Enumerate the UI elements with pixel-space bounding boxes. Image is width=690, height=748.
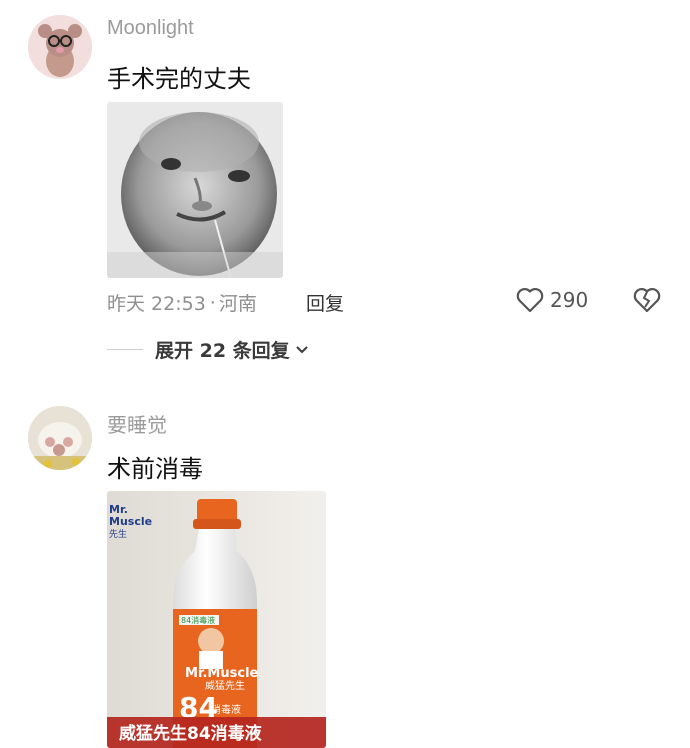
avatar[interactable] — [28, 406, 92, 470]
dislike-button[interactable] — [633, 287, 661, 317]
bottle-top-label: 84消毒液 — [181, 615, 215, 625]
reply-button[interactable]: 回复 — [306, 289, 344, 316]
comment-item: Moonlight 手术完的丈夫 昨天 22:53 · 河南 回复 290 展开… — [0, 0, 690, 380]
chevron-down-icon — [295, 345, 308, 353]
like-count: 290 — [550, 288, 589, 312]
meta-separator: · — [209, 291, 216, 314]
comment-text: 术前消毒 — [107, 455, 203, 483]
comment-username[interactable]: 要睡觉 — [107, 409, 167, 438]
comment-text: 手术完的丈夫 — [107, 65, 251, 93]
avatar[interactable] — [28, 15, 92, 79]
bottle-disinfect: 消毒液 — [211, 703, 241, 716]
comment-image[interactable]: 84消毒液 Mr.Muscle 威猛先生 84 消毒液 Mr. Muscle 先… — [107, 491, 326, 748]
comment-location: 河南 — [218, 293, 257, 315]
heart-icon — [516, 288, 544, 313]
avatar-image — [28, 406, 92, 470]
expand-replies-button[interactable]: 展开 22 条回复 — [107, 336, 310, 363]
bottle-brand: Mr.Muscle — [185, 666, 259, 681]
logo-cn: 先生 — [109, 528, 127, 540]
like-button[interactable]: 290 — [516, 287, 588, 313]
broken-heart-icon — [633, 288, 661, 313]
comment-item: 要睡觉 术前消毒 84消毒液 Mr.Muscle 威猛先生 84 消毒液 Mr.… — [0, 390, 690, 748]
comment-username[interactable]: Moonlight — [107, 17, 194, 40]
comment-meta: 昨天 22:53 · 河南 — [107, 289, 257, 316]
logo-line2: Muscle — [109, 515, 152, 528]
image-caption: 威猛先生84消毒液 — [119, 723, 262, 744]
comment-time: 昨天 22:53 — [107, 293, 206, 315]
divider-line — [107, 349, 143, 350]
expand-replies-label: 展开 22 条回复 — [155, 340, 290, 362]
avatar-image — [28, 15, 92, 79]
comment-image[interactable] — [107, 102, 283, 278]
